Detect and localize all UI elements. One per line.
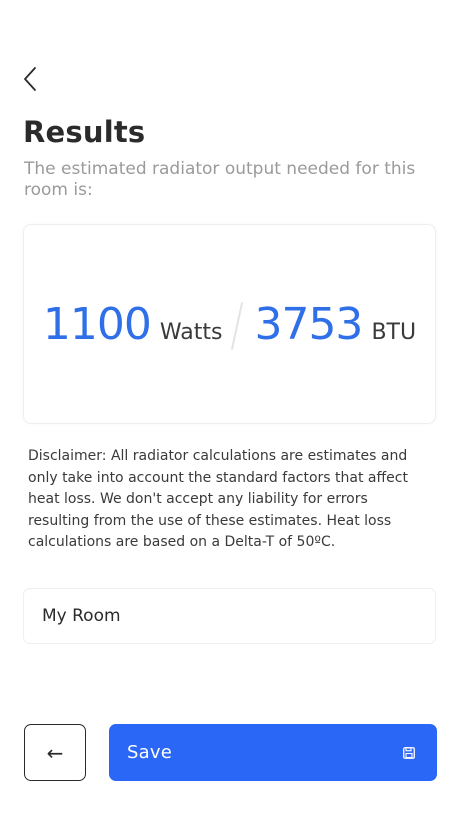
watts-value: 1100 bbox=[42, 299, 152, 350]
back-chevron-icon[interactable] bbox=[20, 64, 44, 94]
save-button-label: Save bbox=[127, 742, 172, 763]
watts-unit: Watts bbox=[159, 320, 223, 345]
back-button[interactable]: ← bbox=[24, 724, 86, 781]
disclaimer-text: Disclaimer: All radiator calculations ar… bbox=[28, 448, 408, 550]
page-subtitle: The estimated radiator output needed for… bbox=[24, 159, 416, 200]
arrow-left-icon: ← bbox=[46, 740, 64, 765]
btu-value: 3753 bbox=[254, 299, 363, 350]
floppy-disk-icon bbox=[403, 746, 415, 759]
page-title: Results bbox=[23, 115, 146, 149]
room-name-input[interactable] bbox=[23, 588, 436, 644]
btu-unit: BTU bbox=[371, 320, 417, 345]
result-row: 1100 Watts 3753 BTU bbox=[24, 297, 435, 353]
divider-slash bbox=[224, 297, 252, 353]
result-card: 1100 Watts 3753 BTU bbox=[23, 224, 436, 424]
save-button[interactable]: Save bbox=[109, 724, 437, 781]
